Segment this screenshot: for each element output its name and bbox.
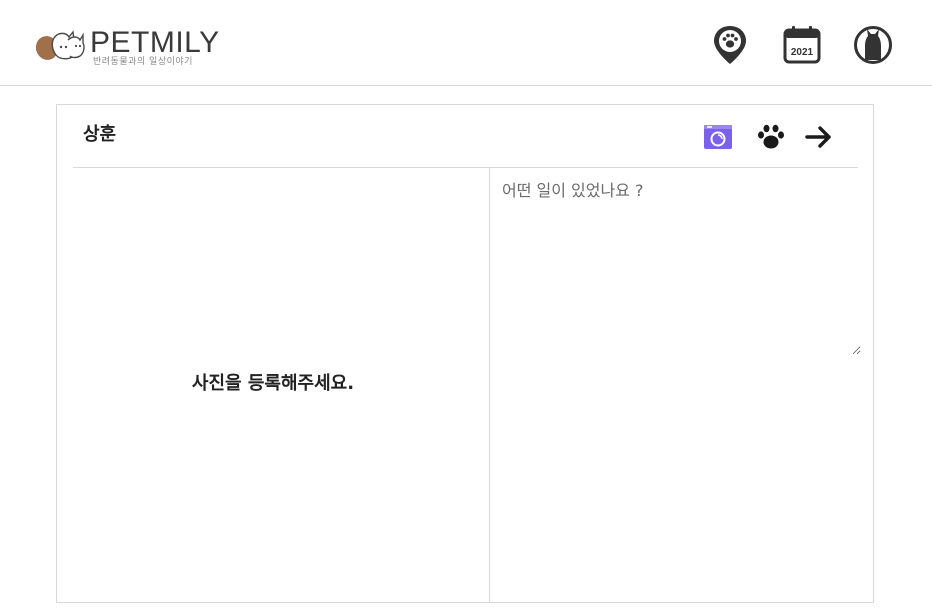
- top-header: PETMILY 반려동물과의 일상이야기 2021: [0, 0, 932, 86]
- profile-cat-icon[interactable]: [853, 24, 893, 66]
- photo-upload-area[interactable]: 사진을 등록해주세요.: [57, 168, 490, 602]
- calendar-icon[interactable]: 2021: [782, 24, 822, 66]
- post-author-name: 상훈: [83, 124, 117, 145]
- paw-icon[interactable]: [755, 121, 787, 153]
- map-pin-paw-icon[interactable]: [710, 24, 750, 66]
- camera-icon[interactable]: [702, 121, 734, 153]
- dog-cat-logo-icon: [35, 30, 85, 60]
- photo-upload-hint: 사진을 등록해주세요.: [191, 373, 355, 394]
- brand-name: PETMILY: [90, 26, 220, 59]
- post-card: 상훈 사진을 등록해주세요.: [56, 104, 874, 603]
- brand-tagline: 반려동물과의 일상이야기: [93, 57, 193, 67]
- calendar-year: 2021: [791, 47, 814, 58]
- petmily-logo[interactable]: PETMILY 반려동물과의 일상이야기: [32, 26, 232, 70]
- arrow-right-icon[interactable]: [803, 121, 835, 153]
- post-content-textarea[interactable]: [494, 171, 861, 355]
- post-card-header: 상훈: [73, 105, 858, 168]
